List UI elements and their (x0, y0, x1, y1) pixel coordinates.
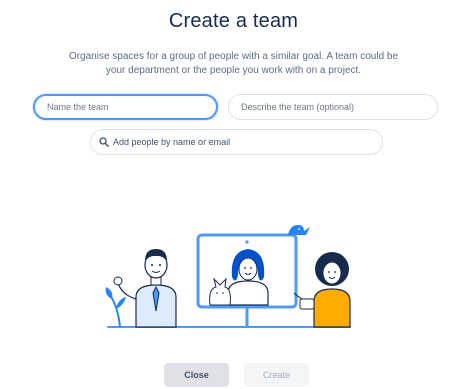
team-description-input[interactable] (228, 94, 438, 120)
team-video-call-illustration (105, 225, 351, 328)
dialog-title: Create a team (168, 10, 299, 32)
team-name-input[interactable] (33, 94, 218, 120)
add-people-field[interactable] (90, 129, 383, 155)
subtitle-line-2: your department or the people you work w… (105, 65, 362, 76)
search-icon (99, 137, 109, 147)
bird-icon (288, 225, 310, 235)
close-button[interactable]: Close (164, 363, 229, 387)
curly-hair-person-figure (293, 252, 351, 328)
add-people-input[interactable] (113, 130, 378, 154)
dialog-subtitle: Organise spaces for a group of people wi… (10, 50, 457, 78)
man-figure (113, 249, 177, 328)
video-call-screen (196, 233, 298, 327)
subtitle-line-1: Organise spaces for a group of people wi… (68, 51, 399, 62)
plant-icon (105, 287, 126, 328)
create-button[interactable]: Create (244, 363, 309, 387)
